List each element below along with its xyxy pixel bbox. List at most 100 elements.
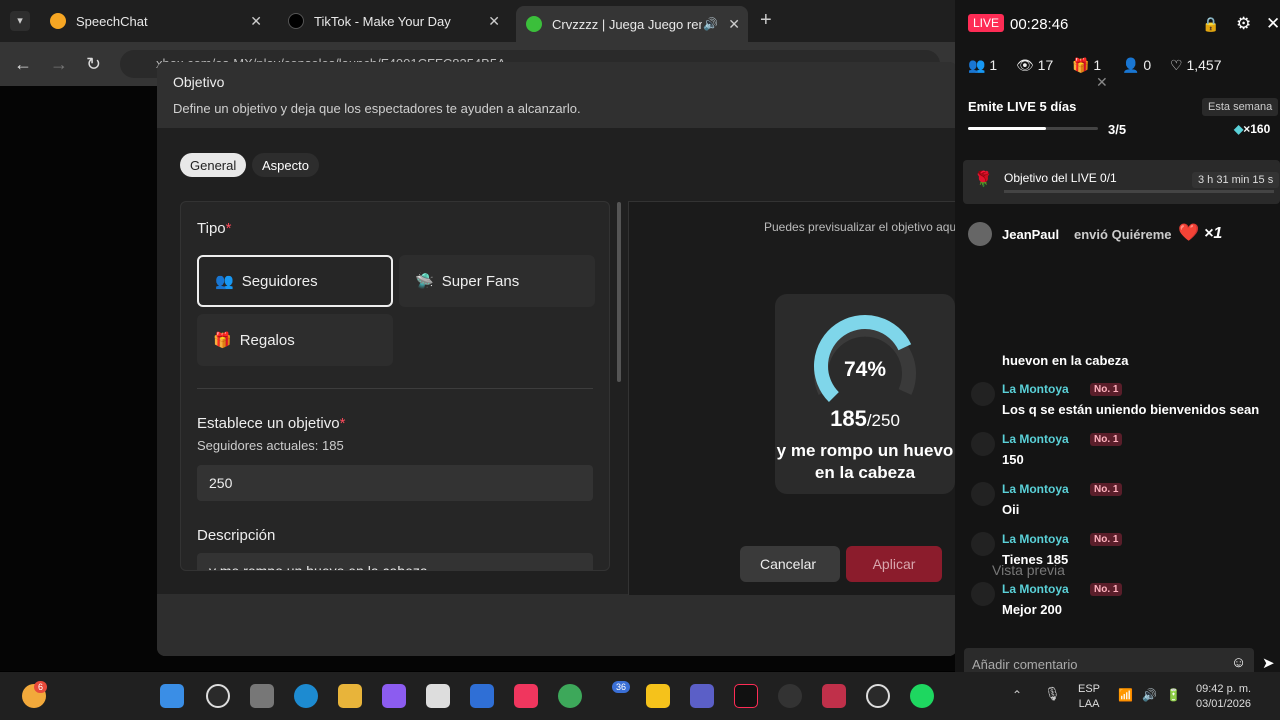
descripcion-input[interactable]: y me rompo un huevo en la cabeza	[197, 553, 593, 570]
stat-gifts: 🎁 1	[1072, 57, 1102, 73]
tiktok-icon[interactable]	[734, 684, 758, 708]
chat-message: Oii	[1002, 502, 1020, 517]
mic-icon[interactable]: 🎙	[1044, 686, 1061, 702]
gift-count: ×1	[1204, 225, 1223, 242]
spotify-icon[interactable]	[910, 684, 934, 708]
lock-icon[interactable]: 🔒	[1202, 16, 1219, 33]
option-regalos[interactable]: 🎁 Regalos	[197, 314, 393, 366]
descripcion-label: Descripción	[197, 527, 276, 544]
objetivo-time: 3 h 31 min 15 s	[1192, 172, 1280, 188]
tab-xbox[interactable]: Crvzzzz | Juega Juego remo 🔊 ✕	[516, 6, 748, 42]
browser-tab-bar: ▾ SpeechChat ✕ TikTok - Make Your Day ✕ …	[0, 0, 955, 42]
tab-tiktok[interactable]: TikTok - Make Your Day ✕	[278, 6, 508, 36]
speaker-icon[interactable]: 🔊	[703, 17, 718, 31]
close-icon[interactable]: ✕	[250, 13, 262, 30]
objetivo-input[interactable]: 250	[197, 465, 593, 501]
tab-general[interactable]: General	[180, 153, 247, 177]
rank-badge: No. 1	[1090, 383, 1123, 396]
volume-icon[interactable]: 🔊	[1142, 688, 1157, 702]
chat-username[interactable]: La Montoya	[1002, 382, 1069, 396]
edge-icon[interactable]	[294, 684, 318, 708]
option-label: Seguidores	[241, 272, 318, 290]
eye-icon: 👁	[1016, 57, 1034, 73]
chat-username[interactable]: La Montoya	[1002, 532, 1069, 546]
preview-panel: Puedes previsualizar el objetivo aquí 74…	[628, 201, 957, 595]
semana-badge: Esta semana	[1202, 98, 1279, 116]
wifi-icon[interactable]: 📶	[1118, 688, 1133, 702]
copilot-icon[interactable]	[382, 684, 406, 708]
close-icon[interactable]: ✕	[728, 16, 740, 33]
users-icon: 👥	[215, 273, 234, 290]
dialog-title: Objetivo	[173, 74, 225, 90]
start-icon[interactable]	[160, 684, 184, 708]
reload-icon[interactable]: ↻	[86, 54, 101, 75]
new-tab-button[interactable]: +	[760, 9, 772, 32]
app-icon[interactable]	[866, 684, 890, 708]
stat-follows: 👤 0	[1122, 57, 1152, 73]
close-icon[interactable]: ✕	[488, 13, 500, 30]
stat-users: 👥 1	[968, 57, 998, 73]
gift-action: envió Quiéreme	[1074, 227, 1172, 242]
heart-icon: ♡	[1170, 57, 1183, 73]
option-superfans[interactable]: 🛸 Super Fans	[399, 255, 595, 307]
avatar	[971, 532, 995, 556]
chrome-icon[interactable]	[558, 684, 582, 708]
form-scrollbar[interactable]	[617, 202, 621, 382]
obs-icon[interactable]	[778, 684, 802, 708]
gift-notification: JeanPaul envió Quiéreme ❤️ ×1	[968, 222, 1268, 248]
music-icon[interactable]	[514, 684, 538, 708]
explorer-icon[interactable]	[338, 684, 362, 708]
close-icon[interactable]: ✕	[1266, 14, 1280, 34]
avatar	[971, 582, 995, 606]
chevron-up-icon[interactable]: ⌃	[1012, 688, 1022, 702]
vista-previa-button[interactable]: Vista previa	[992, 562, 1065, 578]
cancel-button[interactable]: Cancelar	[740, 546, 840, 582]
language-indicator[interactable]: ESP LAA	[1078, 682, 1100, 712]
tf-icon[interactable]	[822, 684, 846, 708]
weather-badge: 6	[34, 681, 48, 693]
tab-list-button[interactable]: ▾	[10, 11, 30, 31]
dialog-footer	[157, 594, 957, 656]
notes-icon[interactable]	[646, 684, 670, 708]
goal-description: y me rompo un huevo en la cabeza	[776, 441, 954, 482]
tab-speechchat[interactable]: SpeechChat ✕	[40, 6, 270, 36]
emite-progress-fill	[968, 127, 1046, 130]
task-view-icon[interactable]	[250, 684, 274, 708]
mail-icon[interactable]	[470, 684, 494, 708]
chat-list[interactable]: huevon en la cabeza La Montoya No. 1 Los q…	[955, 344, 1280, 640]
rank-badge: No. 1	[1090, 583, 1123, 596]
chrome-badge: 36	[612, 681, 631, 693]
chat-username[interactable]: La Montoya	[1002, 582, 1069, 596]
chat-message: Mejor 200	[1002, 602, 1062, 617]
back-icon[interactable]: ←	[14, 54, 32, 75]
teams-icon[interactable]	[690, 684, 714, 708]
search-icon[interactable]	[206, 684, 230, 708]
gift-icon: 🎁	[213, 332, 232, 349]
users-icon: 👥	[968, 57, 986, 73]
option-seguidores[interactable]: 👥 Seguidores	[197, 255, 393, 307]
store-icon[interactable]	[426, 684, 450, 708]
avatar	[971, 432, 995, 456]
gift-heart-icon: ❤️	[1178, 223, 1200, 242]
battery-icon[interactable]: 🔋	[1166, 688, 1181, 702]
rank-badge: No. 1	[1090, 533, 1123, 546]
emoji-icon[interactable]: ☺	[1231, 654, 1246, 671]
gems-reward: ◆×160	[1234, 122, 1271, 136]
preview-hint: Puedes previsualizar el objetivo aquí	[764, 220, 957, 234]
chat-username[interactable]: La Montoya	[1002, 432, 1069, 446]
objetivo-text: Objetivo del LIVE 0/1	[1004, 171, 1117, 185]
superfan-icon: 🛸	[415, 273, 434, 290]
chat-username[interactable]: La Montoya	[1002, 482, 1069, 496]
clock[interactable]: 09:42 p. m. 03/01/2026	[1196, 682, 1251, 712]
live-badge: LIVE	[968, 14, 1005, 32]
gear-icon[interactable]: ⚙	[1236, 14, 1251, 34]
tab-title: Crvzzzz | Juega Juego remo	[552, 16, 702, 32]
emite-progress-count: 3/5	[1108, 122, 1127, 137]
goal-percent: 74%	[843, 358, 887, 381]
close-icon[interactable]: ✕	[1096, 74, 1108, 91]
tab-aspecto[interactable]: Aspecto	[252, 153, 319, 177]
send-icon[interactable]: ➤	[1262, 654, 1275, 672]
option-label: Super Fans	[441, 272, 520, 290]
apply-button[interactable]: Aplicar	[846, 546, 942, 582]
forward-icon[interactable]: →	[50, 54, 68, 75]
